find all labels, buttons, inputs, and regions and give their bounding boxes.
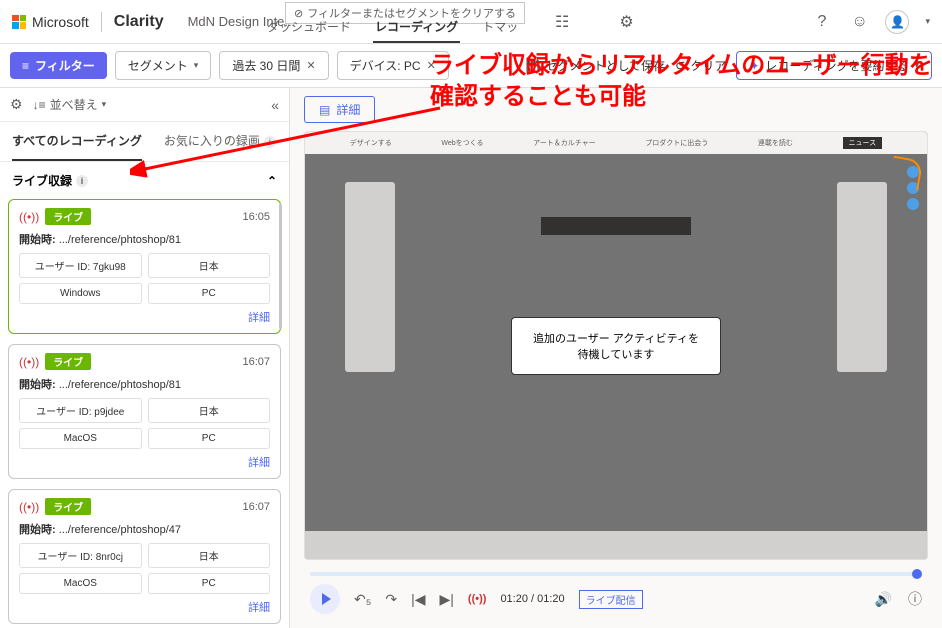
progress-bar[interactable] [310,572,922,576]
feedback-icon[interactable]: ☺ [851,13,869,31]
segment-dropdown[interactable]: セグメント▾ [115,51,212,80]
waiting-message: 追加のユーザー アクティビティを待機しています [511,317,721,375]
filter-button[interactable]: ≡フィルター [10,52,107,79]
filter-bar: ≡フィルター セグメント▾ 過去 30 日間✕ デバイス: PC✕ 💾セグメント… [0,44,942,88]
live-section-header[interactable]: ライブ収録i ⌃ [0,162,289,199]
info-icon[interactable]: ⓘ [908,589,922,609]
tab-favorites[interactable]: お気に入りの録画i [164,122,276,161]
live-indicator: ((•)) [468,593,487,605]
summarize-button[interactable]: ✦レコーディングを要約する▾ [736,51,932,80]
tab-heatmap[interactable]: トマッ [480,12,520,43]
player-controls: ↶₅ ↷ |◀ ▶| ((•)) 01:20 / 01:20 ライブ配信 🔊 ⓘ [290,568,942,628]
recording-card[interactable]: ((•))ライブ16:07 開始時: .../reference/phtosho… [8,344,281,479]
top-bar: Microsoft Clarity MdN Design Inte... ⊘フィ… [0,0,942,44]
device-chip[interactable]: デバイス: PC✕ [337,51,449,80]
next-icon[interactable]: ▶| [440,591,454,608]
microsoft-logo: Microsoft [12,14,89,30]
sort-dropdown[interactable]: ↓≡ 並べ替え ▾ [33,96,107,113]
play-button[interactable] [310,584,340,614]
time-display: 01:20 / 01:20 [500,593,564,605]
user-avatar[interactable]: 👤 [885,10,909,34]
prev-icon[interactable]: |◀ [411,591,425,608]
main-panel: ▤詳細 デザインするWebをつくるアート＆カルチャープロダクトに出会う連載を読む… [290,88,942,628]
session-viewer[interactable]: デザインするWebをつくるアート＆カルチャープロダクトに出会う連載を読むニュース… [304,131,928,560]
live-badge: ライブ配信 [579,590,643,609]
collapse-sidebar-icon[interactable]: « [271,97,279,113]
skip-back-icon[interactable]: ↶₅ [354,591,371,608]
product-name: Clarity [114,13,164,31]
gear-icon[interactable]: ⚙ [619,12,633,32]
period-chip[interactable]: 過去 30 日間✕ [219,51,328,80]
skip-fwd-icon[interactable]: ↷ [385,591,397,608]
chevron-down-icon[interactable]: ▾ [925,16,930,27]
main-nav-tabs: ダッシュボード レコーディング トマッ [265,12,520,43]
nav-icons: ☷ ⚙ [555,12,634,32]
help-icon[interactable]: ? [817,13,835,31]
graph-icon[interactable]: ☷ [555,12,569,32]
card-detail-link[interactable]: 詳細 [19,454,270,470]
card-detail-link[interactable]: 詳細 [19,599,270,615]
card-detail-link[interactable]: 詳細 [19,309,270,325]
recording-card[interactable]: ((•))ライブ16:05 開始時: .../reference/phtosho… [8,199,281,334]
tab-all-recordings[interactable]: すべてのレコーディング [12,122,142,161]
tab-recording[interactable]: レコーディング [373,12,460,43]
detail-button[interactable]: ▤詳細 [304,96,375,123]
recording-card[interactable]: ((•))ライブ16:07 開始時: .../reference/phtosho… [8,489,281,624]
chevron-up-icon: ⌃ [267,174,277,188]
settings-icon[interactable]: ⚙ [10,96,23,113]
sidebar: ⚙ ↓≡ 並べ替え ▾ « すべてのレコーディング お気に入りの録画i ライブ収… [0,88,290,628]
clear-button[interactable]: ↺クリア [675,57,726,74]
volume-icon[interactable]: 🔊 [875,591,892,608]
save-segment-button[interactable]: 💾セグメントとして保存 [526,57,666,74]
tab-dashboard[interactable]: ダッシュボード [265,12,353,43]
